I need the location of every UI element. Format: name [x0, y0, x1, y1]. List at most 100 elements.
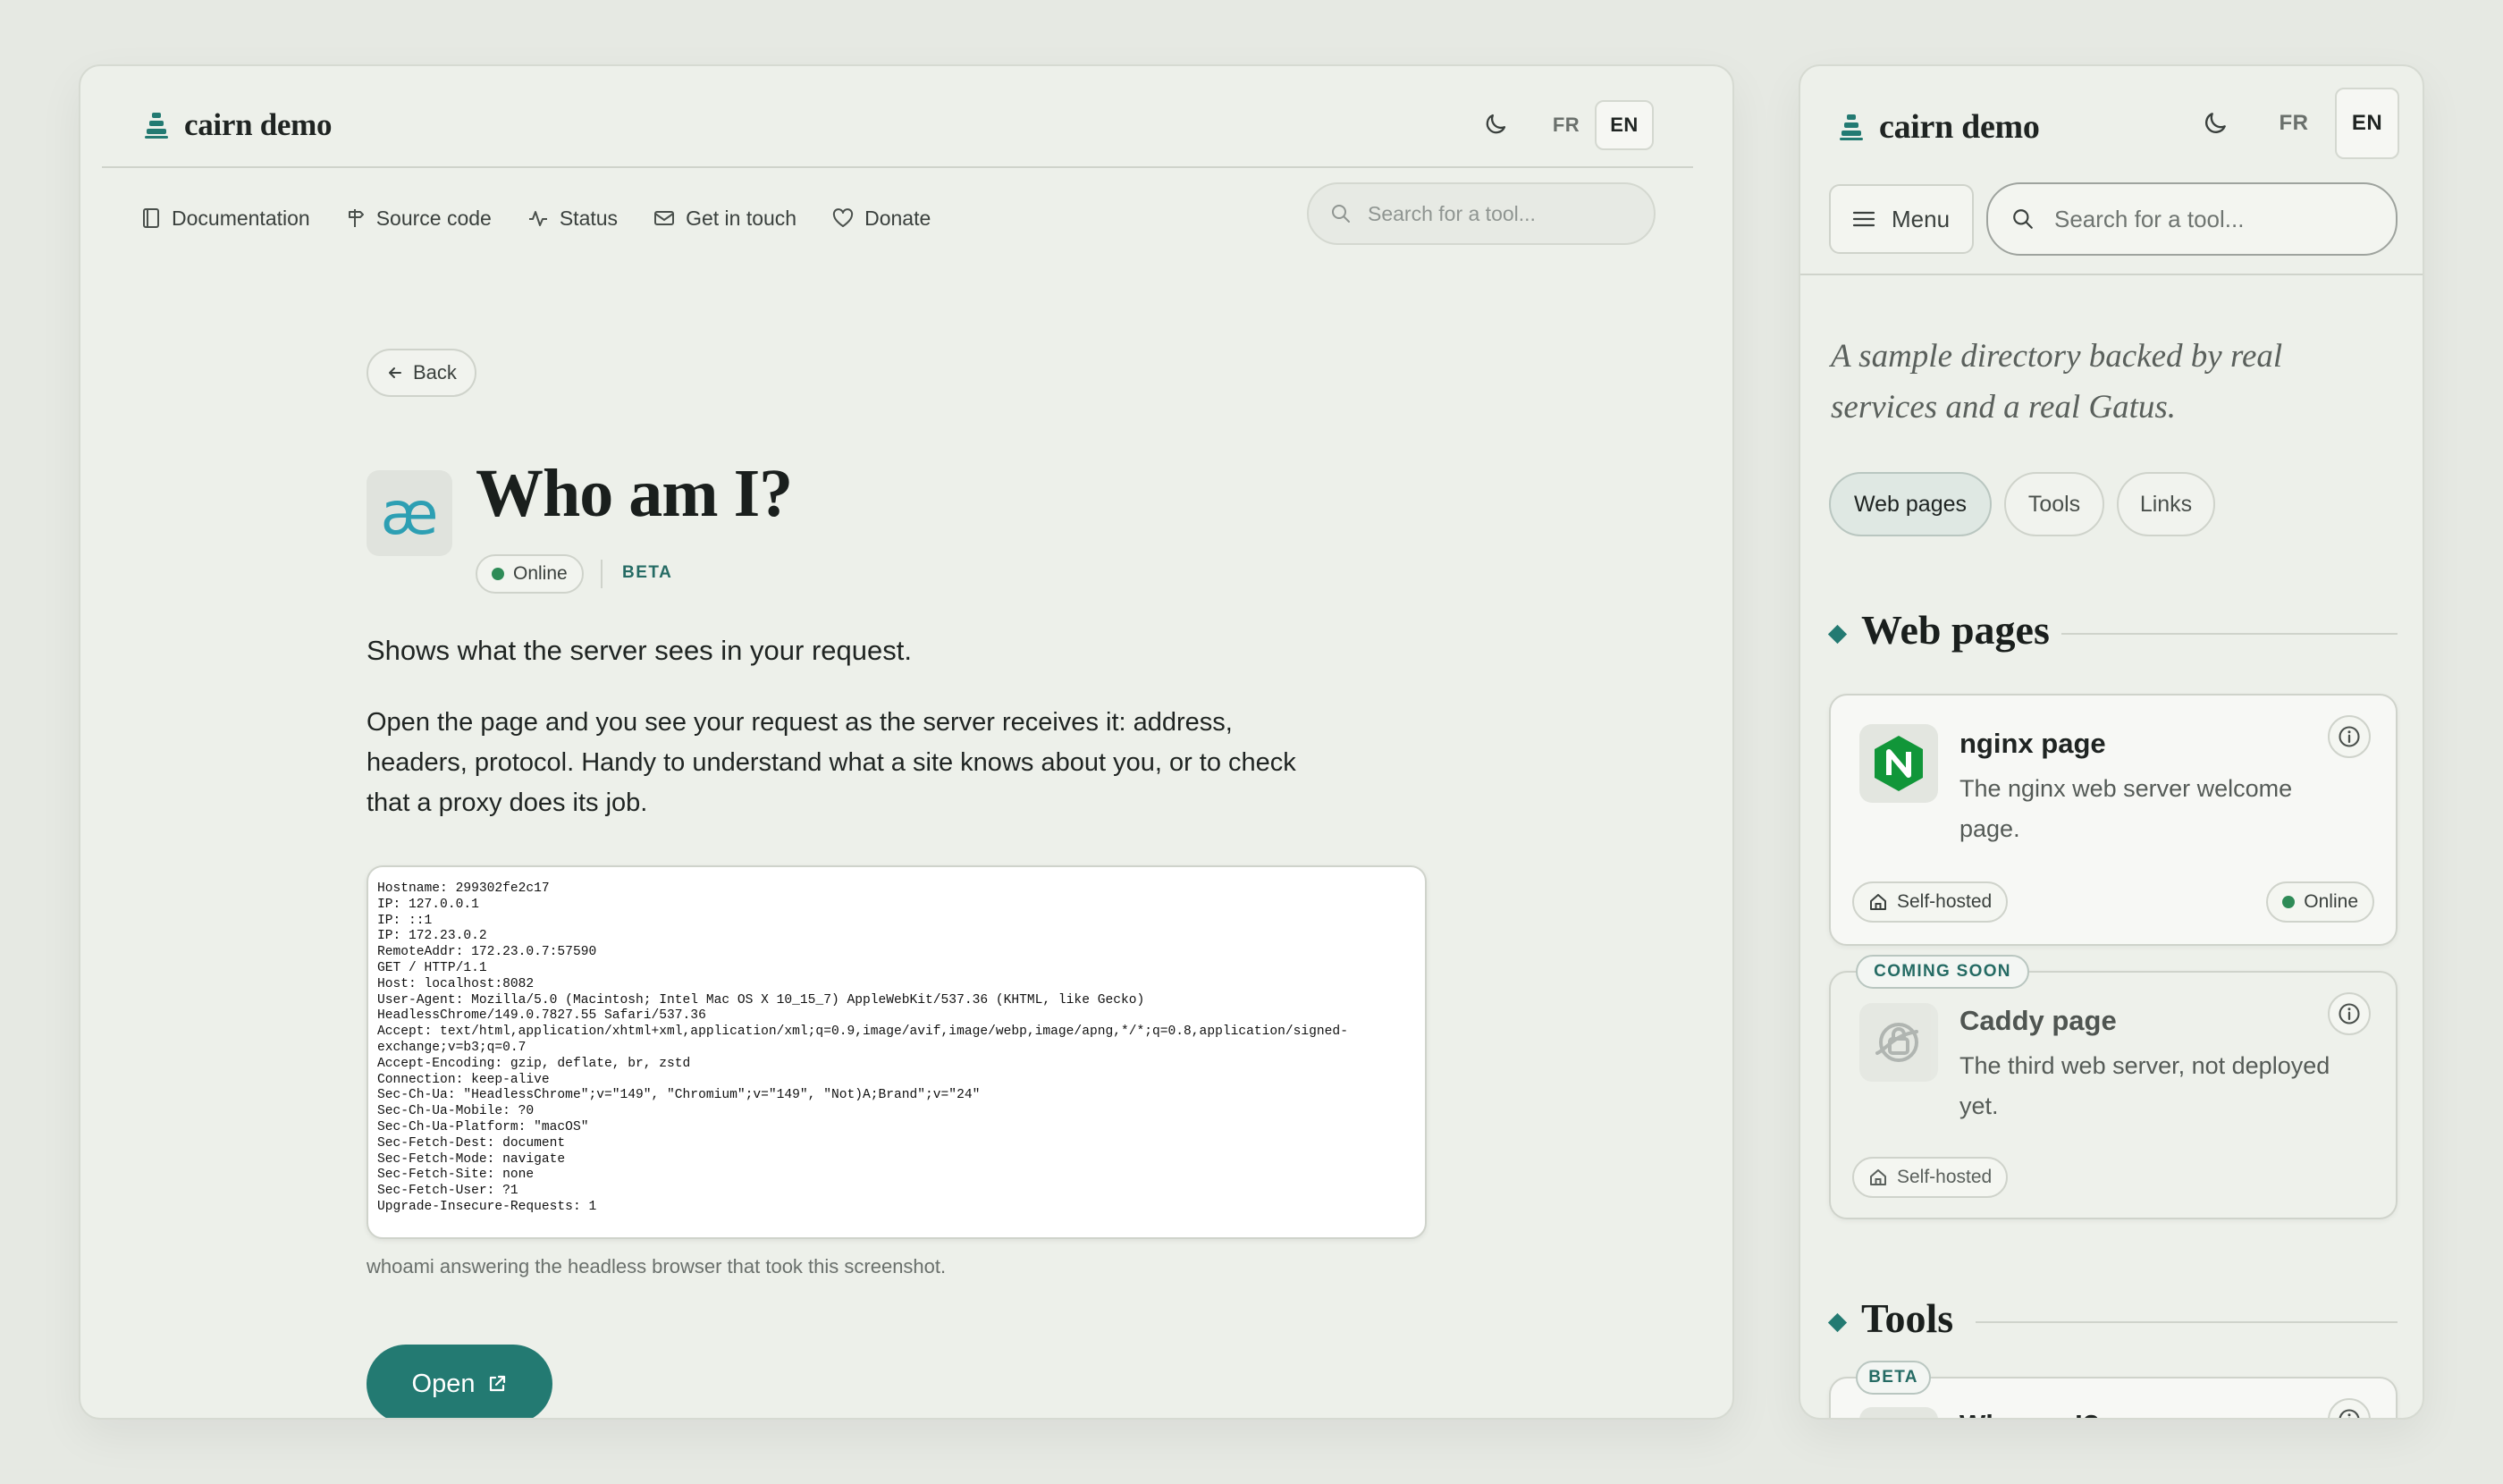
card-nginx-title: nginx page	[1959, 728, 2106, 759]
nginx-logo	[1859, 724, 1938, 803]
output-line: Sec-Fetch-Site: none	[377, 1168, 535, 1183]
nav-get-in-touch[interactable]: Get in touch	[653, 207, 796, 231]
coming-soon-badge: COMING SOON	[1856, 955, 2029, 989]
book-icon	[143, 208, 159, 228]
status-badge: Online	[476, 554, 584, 594]
mail-icon	[654, 211, 675, 225]
output-line: HeadlessChrome/149.0.7827.55 Safari/537.…	[377, 1008, 706, 1024]
online-dot	[492, 568, 504, 580]
open-button[interactable]: Open	[367, 1345, 552, 1418]
nav-documentation-label: Documentation	[172, 206, 310, 230]
output-line: Accept: text/html,application/xhtml+xml,…	[377, 1024, 1348, 1040]
output-line: Sec-Fetch-Dest: document	[377, 1135, 566, 1151]
mobile-lang-en-button[interactable]: EN	[2335, 88, 2399, 159]
tool-description: Open the page and you see your request a…	[367, 708, 1296, 817]
back-label: Back	[413, 361, 457, 384]
output-line: Sec-Ch-Ua: "HeadlessChrome";v="149", "Ch…	[377, 1088, 981, 1103]
card-nginx[interactable]: nginx page The nginx web server welcome …	[1829, 694, 2398, 946]
tagline: A sample directory backed by real servic…	[1831, 338, 2283, 426]
desktop-window: cairn demo FR EN Documentation Source co…	[79, 64, 1734, 1420]
card-caddy-info-button[interactable]	[2328, 992, 2371, 1035]
whoami-output: Hostname: 299302fe2c17 IP: 127.0.0.1 IP: :…	[367, 865, 1427, 1239]
output-line: IP: 172.23.0.2	[377, 929, 487, 944]
card-caddy-tag-label: Self-hosted	[1897, 1167, 1993, 1187]
nav-donate[interactable]: Donate	[832, 207, 931, 231]
section-marker	[1827, 624, 1848, 645]
output-line: Sec-Fetch-User: ?1	[377, 1184, 518, 1199]
filter-links[interactable]: Links	[2117, 472, 2215, 536]
output-caption: whoami answering the headless browser th…	[367, 1255, 947, 1277]
beta-badge: BETA	[622, 563, 673, 582]
section-web-pages-title: Web pages	[1861, 607, 2050, 653]
mobile-lang-fr-button[interactable]: FR	[2274, 109, 2313, 138]
caddy-logo	[1859, 1003, 1938, 1082]
output-line: User-Agent: Mozilla/5.0 (Macintosh; Inte…	[377, 992, 1145, 1008]
main-nav: Documentation Source code Status Get in …	[141, 198, 931, 238]
signpost-icon	[348, 209, 364, 227]
output-line: IP: 127.0.0.1	[377, 897, 479, 912]
mobile-brand-name: cairn demo	[1879, 108, 2040, 146]
caddy-icon	[1875, 1023, 1918, 1062]
card-nginx-tag-label: Self-hosted	[1897, 891, 1993, 912]
status-label: Online	[513, 563, 568, 584]
output-line: Upgrade-Insecure-Requests: 1	[377, 1199, 597, 1214]
nav-documentation[interactable]: Documentation	[141, 207, 310, 231]
brand-name: cairn demo	[184, 107, 333, 142]
dark-mode-icon[interactable]	[2201, 109, 2229, 138]
filter-web-pages[interactable]: Web pages	[1829, 472, 1992, 536]
search-placeholder: Search for a tool...	[1368, 201, 1536, 225]
filter-tools[interactable]: Tools	[2004, 472, 2104, 536]
back-button[interactable]: Back	[367, 349, 476, 397]
nginx-icon	[1875, 736, 1923, 791]
home-icon	[1870, 1169, 1886, 1185]
nav-source-code[interactable]: Source code	[346, 207, 492, 231]
output-line: exchange;v=b3;q=0.7	[377, 1040, 527, 1055]
mobile-brand[interactable]: cairn demo	[1840, 107, 2040, 147]
home-icon	[1870, 894, 1886, 910]
whoami-app-icon: æ	[367, 470, 452, 556]
card-nginx-tag: Self-hosted	[1852, 881, 2009, 923]
mobile-search-placeholder: Search for a tool...	[2054, 205, 2245, 232]
heart-icon	[832, 208, 854, 227]
external-link-icon	[490, 1375, 506, 1392]
section-tools-title: Tools	[1861, 1295, 1954, 1341]
output-line: Host: localhost:8082	[377, 976, 535, 991]
nav-donate-label: Donate	[864, 206, 931, 230]
page-title: Who am I?	[476, 456, 793, 531]
tool-summary: Shows what the server sees in your reque…	[367, 635, 912, 666]
nav-status-label: Status	[559, 206, 619, 230]
card-caddy[interactable]: Caddy page The third web server, not dep…	[1829, 971, 2398, 1219]
cairn-logo-icon	[1840, 114, 1863, 140]
header-divider	[102, 166, 1693, 168]
card-whoami-info-button[interactable]	[2328, 1398, 2371, 1418]
output-line: Sec-Ch-Ua-Platform: "macOS"	[377, 1119, 589, 1134]
nav-status[interactable]: Status	[527, 207, 618, 231]
output-line: GET / HTTP/1.1	[377, 960, 487, 975]
menu-label: Menu	[1892, 205, 1951, 232]
output-line: IP: ::1	[377, 913, 433, 928]
mobile-search-input[interactable]: Search for a tool...	[1986, 182, 2398, 256]
section-rule	[2061, 633, 2398, 635]
card-nginx-description: The nginx web server welcome page.	[1959, 775, 2293, 842]
open-label: Open	[411, 1369, 476, 1398]
arrow-left-icon	[389, 367, 401, 378]
card-whoami-beta-badge: BETA	[1856, 1361, 1931, 1395]
search-icon	[1332, 205, 1350, 223]
section-rule	[1976, 1321, 2398, 1323]
lang-en-button[interactable]: EN	[1595, 100, 1654, 150]
card-nginx-info-button[interactable]	[2328, 715, 2371, 758]
output-line: Hostname: 299302fe2c17	[377, 881, 550, 896]
mobile-header-divider	[1800, 274, 2423, 275]
mobile-window: cairn demo FR EN Menu Search for a tool.…	[1799, 64, 2424, 1420]
output-line: Accept-Encoding: gzip, deflate, br, zstd	[377, 1056, 691, 1071]
menu-button[interactable]: Menu	[1829, 184, 1974, 254]
card-caddy-description: The third web server, not deployed yet.	[1959, 1052, 2330, 1119]
nav-get-in-touch-label: Get in touch	[686, 206, 797, 230]
lang-fr-button[interactable]: FR	[1546, 111, 1586, 139]
output-line: RemoteAddr: 172.23.0.7:57590	[377, 945, 597, 960]
dark-mode-icon[interactable]	[1482, 111, 1509, 138]
brand[interactable]: cairn demo	[145, 107, 332, 143]
whoami-logo	[1859, 1407, 1938, 1418]
cairn-logo-icon	[145, 113, 168, 139]
search-input[interactable]: Search for a tool...	[1307, 182, 1656, 245]
